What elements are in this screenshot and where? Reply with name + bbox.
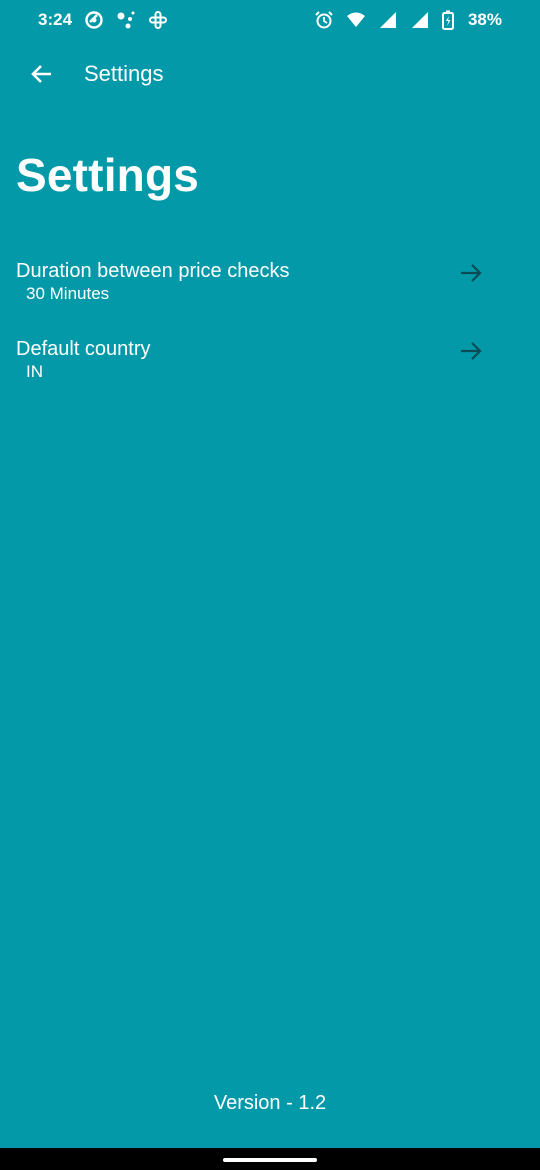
do-not-disturb-icon xyxy=(84,10,104,30)
arrow-right-icon[interactable] xyxy=(458,260,484,286)
arrow-left-icon xyxy=(31,65,51,83)
app-bar: Settings xyxy=(0,48,540,100)
signal-icon xyxy=(410,10,430,30)
alarm-icon xyxy=(314,10,334,30)
status-bar-right: 38% xyxy=(314,10,502,30)
battery-percentage: 38% xyxy=(467,10,502,29)
status-bar-left: 3:24 xyxy=(38,10,168,30)
slack-icon xyxy=(148,10,168,30)
wifi-icon xyxy=(346,10,366,30)
setting-default-country[interactable]: Default country IN xyxy=(0,334,540,412)
setting-value: IN xyxy=(26,362,43,381)
status-bar: 3:24 38% xyxy=(0,0,540,40)
settings-screen: 3:24 38% Settings Settings Duration betw… xyxy=(0,0,540,1170)
arrow-right-icon[interactable] xyxy=(458,338,484,364)
assistant-icon xyxy=(116,10,136,30)
home-gesture-handle[interactable] xyxy=(223,1158,317,1162)
back-button[interactable] xyxy=(28,60,56,88)
battery-icon xyxy=(441,10,454,30)
setting-duration-between-price-checks[interactable]: Duration between price checks 30 Minutes xyxy=(0,256,540,334)
page-title: Settings xyxy=(16,149,200,201)
status-time: 3:24 xyxy=(38,10,73,29)
version-label: Version - 1.2 xyxy=(213,1092,327,1114)
navigation-bar xyxy=(0,1148,540,1170)
settings-list: Duration between price checks 30 Minutes… xyxy=(0,256,540,412)
setting-value: 30 Minutes xyxy=(26,284,110,303)
signal-icon xyxy=(378,10,398,30)
setting-title: Default country xyxy=(16,338,151,360)
app-bar-title: Settings xyxy=(84,61,164,86)
setting-title: Duration between price checks xyxy=(16,260,290,282)
